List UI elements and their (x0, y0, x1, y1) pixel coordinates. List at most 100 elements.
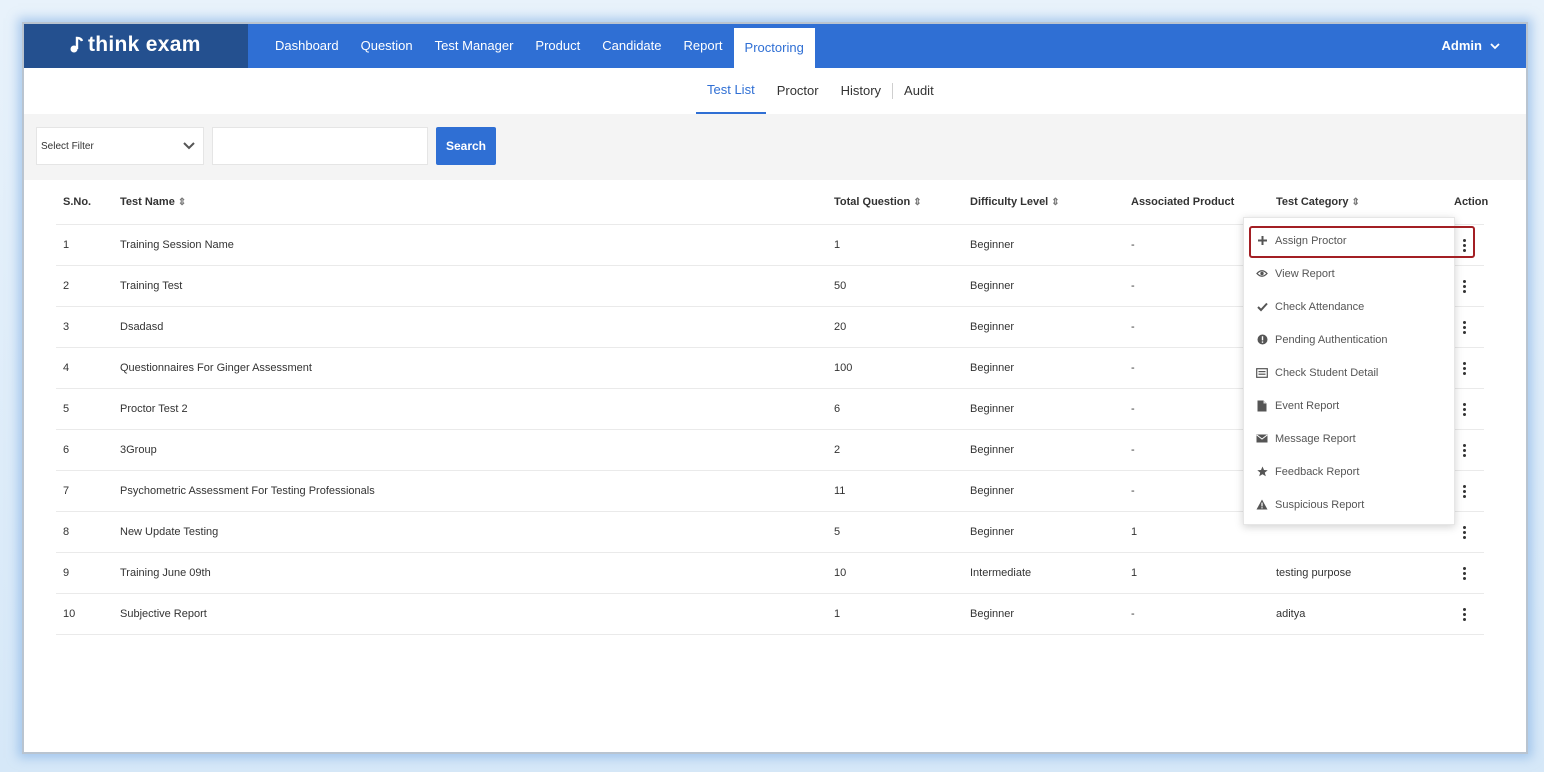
check-icon (1256, 301, 1268, 313)
kebab-menu-icon[interactable] (1458, 307, 1470, 347)
envelope-icon (1256, 433, 1268, 445)
cell-sno: 7 (63, 485, 70, 497)
nav-item-report[interactable]: Report (673, 24, 734, 68)
cell-test-name: Psychometric Assessment For Testing Prof… (120, 485, 375, 497)
row-action-menu: Assign Proctor View Report Check Attendanc… (1243, 217, 1455, 525)
logo-mark-icon (70, 35, 84, 55)
cell-sno: 5 (63, 403, 70, 415)
cell-total-question: 10 (834, 567, 847, 579)
menu-item-label: Check Student Detail (1275, 366, 1379, 379)
menu-item-label: Suspicious Report (1275, 498, 1365, 511)
kebab-menu-icon[interactable] (1458, 471, 1470, 511)
cell-total-question: 1 (834, 239, 841, 251)
kebab-menu-icon[interactable] (1458, 348, 1470, 388)
cell-test-name: 3Group (120, 444, 157, 456)
cell-difficulty: Beginner (970, 362, 1015, 374)
cell-associated-product: - (1131, 280, 1135, 292)
cell-total-question: 11 (834, 485, 846, 497)
cell-test-name: Training June 09th (120, 567, 211, 579)
search-button[interactable]: Search (436, 127, 496, 165)
cell-sno: 4 (63, 362, 70, 374)
column-header-total-question[interactable]: Total Question ⇕ (834, 180, 922, 224)
kebab-menu-icon[interactable] (1458, 225, 1470, 265)
menu-item-message-report[interactable]: Message Report (1256, 422, 1356, 455)
menu-item-pending-authentication[interactable]: Pending Authentication (1256, 323, 1388, 356)
filter-select-value: Select Filter (41, 141, 94, 152)
cell-total-question: 6 (834, 403, 841, 415)
nav-item-proctoring[interactable]: Proctoring (733, 28, 815, 68)
menu-item-view-report[interactable]: View Report (1256, 257, 1335, 290)
nav-item-test-manager[interactable]: Test Manager (424, 24, 525, 68)
cell-test-name: Dsadasd (120, 321, 164, 333)
cell-test-name: Training Test (120, 280, 183, 292)
cell-associated-product: - (1131, 403, 1135, 415)
tab-audit[interactable]: Audit (893, 69, 945, 113)
exclamation-circle-icon (1256, 334, 1268, 346)
cell-total-question: 50 (834, 280, 847, 292)
user-label: Admin (1441, 38, 1482, 53)
kebab-menu-icon[interactable] (1458, 512, 1470, 552)
cell-test-name: Training Session Name (120, 239, 234, 251)
filter-bar: Select Filter Search (24, 114, 1526, 180)
cell-difficulty: Beginner (970, 526, 1015, 538)
logo-container: think exam (24, 24, 248, 68)
menu-item-event-report[interactable]: Event Report (1256, 389, 1339, 422)
tab-history[interactable]: History (830, 69, 892, 113)
cell-test-name: Subjective Report (120, 608, 207, 620)
top-navbar: think exam Dashboard Question Test Manag… (24, 24, 1526, 68)
menu-item-check-attendance[interactable]: Check Attendance (1256, 290, 1364, 323)
cell-associated-product: - (1131, 444, 1135, 456)
kebab-menu-icon[interactable] (1458, 389, 1470, 429)
cell-difficulty: Beginner (970, 239, 1015, 251)
nav-item-dashboard[interactable]: Dashboard (264, 24, 350, 68)
cell-sno: 2 (63, 280, 70, 292)
eye-icon (1256, 268, 1268, 280)
tab-proctor[interactable]: Proctor (766, 69, 830, 113)
cell-test-name: New Update Testing (120, 526, 219, 538)
cell-difficulty: Beginner (970, 403, 1015, 415)
cell-difficulty: Beginner (970, 321, 1015, 333)
cell-sno: 9 (63, 567, 70, 579)
file-icon (1256, 400, 1268, 412)
chevron-down-icon (1490, 24, 1500, 68)
menu-item-label: Assign Proctor (1275, 234, 1347, 247)
sort-icon: ⇕ (177, 197, 187, 208)
kebab-menu-icon[interactable] (1458, 430, 1470, 470)
menu-item-label: Pending Authentication (1275, 333, 1388, 346)
sort-icon: ⇕ (1351, 197, 1360, 208)
menu-item-suspicious-report[interactable]: Suspicious Report (1256, 488, 1364, 521)
kebab-menu-icon[interactable] (1458, 553, 1470, 593)
app-window: think exam Dashboard Question Test Manag… (22, 22, 1528, 754)
column-header-difficulty[interactable]: Difficulty Level ⇕ (970, 180, 1060, 224)
nav-item-product[interactable]: Product (524, 24, 591, 68)
cell-test-category: aditya (1276, 608, 1306, 620)
cell-difficulty: Intermediate (970, 567, 1032, 579)
cell-total-question: 5 (834, 526, 841, 538)
menu-item-assign-proctor[interactable]: Assign Proctor (1256, 224, 1347, 257)
kebab-menu-icon[interactable] (1458, 266, 1470, 306)
tab-test-list[interactable]: Test List (696, 68, 766, 114)
kebab-menu-icon[interactable] (1458, 594, 1470, 634)
cell-difficulty: Beginner (970, 485, 1015, 497)
cell-sno: 6 (63, 444, 70, 456)
sort-icon: ⇕ (913, 197, 922, 208)
think-exam-logo[interactable]: think exam (70, 33, 201, 57)
column-header-sno: S.No. (63, 196, 92, 208)
menu-item-label: Event Report (1275, 399, 1340, 412)
nav-item-candidate[interactable]: Candidate (591, 24, 672, 68)
sub-tab-bar: Test List Proctor History Audit (24, 68, 1526, 115)
menu-item-check-student-detail[interactable]: Check Student Detail (1256, 356, 1378, 389)
cell-associated-product: 1 (1131, 567, 1138, 579)
nav-item-question[interactable]: Question (350, 24, 424, 68)
cell-sno: 3 (63, 321, 70, 333)
column-header-test-name[interactable]: Test Name ⇕ (120, 180, 186, 224)
user-menu[interactable]: Admin (1442, 24, 1500, 68)
menu-item-feedback-report[interactable]: Feedback Report (1256, 455, 1359, 488)
search-input[interactable] (212, 127, 428, 165)
cell-sno: 10 (63, 608, 76, 620)
cell-difficulty: Beginner (970, 280, 1015, 292)
column-header-action: Action (1454, 196, 1489, 208)
cell-total-question: 20 (834, 321, 847, 333)
filter-select[interactable]: Select Filter (36, 127, 204, 165)
cell-associated-product: - (1131, 608, 1135, 620)
